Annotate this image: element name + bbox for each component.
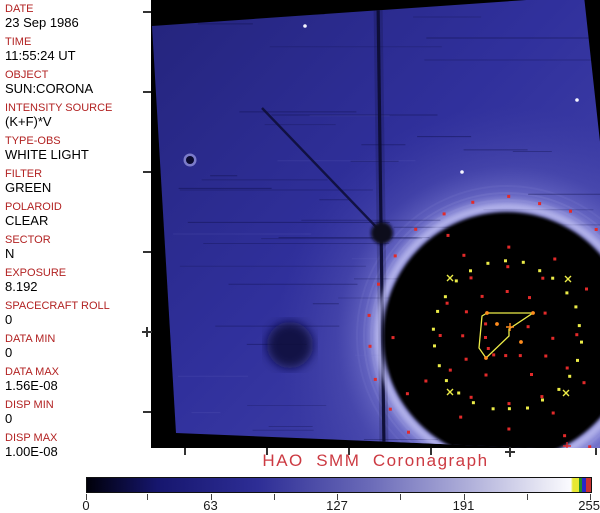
metadata-field: DATE 23 Sep 1986 bbox=[5, 3, 149, 30]
field-value: 1.00E-08 bbox=[5, 444, 58, 459]
colorbar-tick-label: 191 bbox=[452, 498, 475, 513]
field-label: SECTOR bbox=[5, 234, 51, 246]
metadata-field: INTENSITY SOURCE (K+F)*V bbox=[5, 102, 149, 129]
metadata-field: OBJECT SUN:CORONA bbox=[5, 69, 149, 96]
image-title: HAO SMM Coronagraph bbox=[262, 451, 489, 470]
field-value: 23 Sep 1986 bbox=[5, 15, 79, 30]
colorbar-minor-tick bbox=[147, 494, 149, 500]
metadata-field: FILTER GREEN bbox=[5, 168, 149, 195]
defocused-dust bbox=[267, 322, 313, 368]
colorbar-minor-tick bbox=[400, 494, 402, 500]
dust-spot bbox=[186, 156, 194, 164]
axis-tick bbox=[143, 251, 151, 253]
field-value: 11:55:24 UT bbox=[5, 48, 76, 63]
axis-tick bbox=[143, 91, 151, 93]
field-value: N bbox=[5, 246, 15, 261]
metadata-field: DISP MIN 0 bbox=[5, 399, 149, 426]
metadata-field: SPACECRAFT ROLL 0 bbox=[5, 300, 149, 327]
axis-tick bbox=[143, 11, 151, 13]
metadata-field: DATA MIN 0 bbox=[5, 333, 149, 360]
colorbar-tick-label: 0 bbox=[82, 498, 90, 513]
field-value: GREEN bbox=[5, 180, 52, 195]
field-value: (K+F)*V bbox=[5, 114, 52, 129]
field-label: DISP MIN bbox=[5, 399, 54, 411]
field-value: 0 bbox=[5, 345, 13, 360]
field-value: WHITE LIGHT bbox=[5, 147, 89, 162]
image-viewport[interactable] bbox=[151, 0, 600, 448]
colorbar-minor-tick bbox=[526, 494, 528, 500]
colorbar-tick-label: 255 bbox=[578, 498, 600, 513]
metadata-field: DATA MAX 1.56E-08 bbox=[5, 366, 149, 393]
field-value: 1.56E-08 bbox=[5, 378, 58, 393]
metadata-field: DISP MAX 1.00E-08 bbox=[5, 432, 149, 459]
metadata-field: TIME 11:55:24 UT bbox=[5, 36, 149, 63]
field-value: SUN:CORONA bbox=[5, 81, 94, 96]
metadata-field: TYPE-OBS WHITE LIGHT bbox=[5, 135, 149, 162]
field-value: CLEAR bbox=[5, 213, 49, 228]
colorbar-tick-label: 127 bbox=[326, 498, 348, 513]
metadata-field: SECTOR N bbox=[5, 234, 149, 261]
axis-tick bbox=[143, 171, 151, 173]
metadata-field: POLAROID CLEAR bbox=[5, 201, 149, 228]
colorbar bbox=[86, 477, 592, 493]
colorbar-minor-tick bbox=[273, 494, 275, 500]
axis-tick bbox=[143, 411, 151, 413]
field-value: 8.192 bbox=[5, 279, 38, 294]
sun-center-marker bbox=[146, 327, 148, 337]
field-label: SPACECRAFT ROLL bbox=[5, 300, 110, 312]
field-value: 0 bbox=[5, 312, 13, 327]
field-value: 0 bbox=[5, 411, 13, 426]
metadata-field: EXPOSURE 8.192 bbox=[5, 267, 149, 294]
field-label: DATA MIN bbox=[5, 333, 56, 345]
pylon-blob bbox=[371, 222, 393, 244]
metadata-panel: DATE 23 Sep 1986 TIME 11:55:24 UT OBJECT SUN:… bbox=[5, 3, 149, 465]
colorbar-tick-label: 63 bbox=[203, 498, 218, 513]
